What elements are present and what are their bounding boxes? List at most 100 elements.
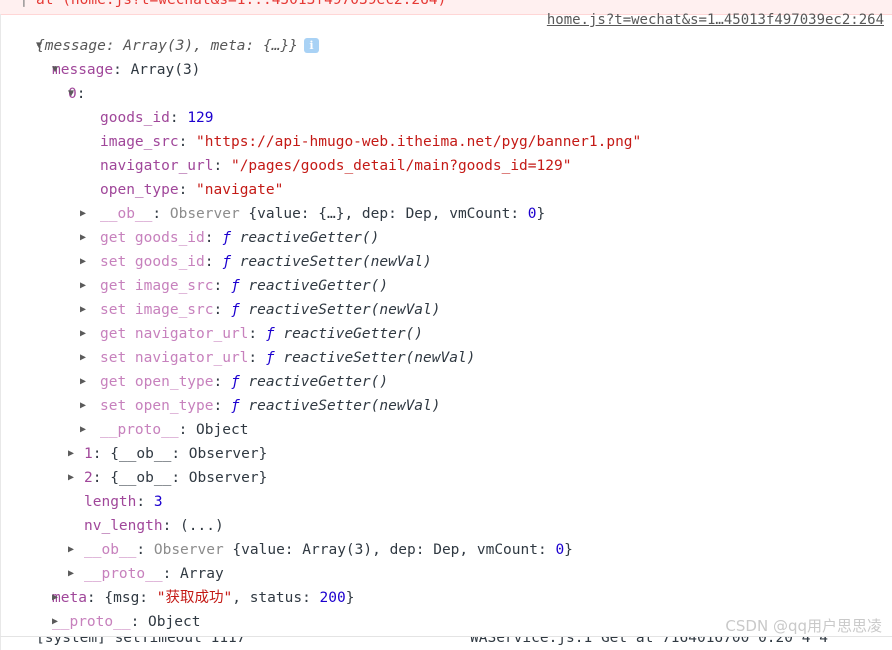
token: : (248, 350, 266, 366)
console-tree-row[interactable]: __proto__: Array (0, 562, 892, 586)
console-tree-row[interactable]: get image_src: ƒ reactiveGetter() (0, 274, 892, 298)
console-tree-row[interactable]: set image_src: ƒ reactiveSetter(newVal) (0, 298, 892, 322)
disclosure-triangle-collapsed-icon[interactable] (68, 466, 80, 490)
token: Observer (153, 542, 224, 558)
token: "https://api-hmugo-web.itheima.net/pyg/b… (196, 134, 642, 150)
token: message (44, 38, 106, 54)
token: reactiveSetter(newVal) (274, 350, 476, 366)
console-tree-row[interactable]: nv_length: (...) (0, 514, 892, 538)
disclosure-triangle-collapsed-icon[interactable] (80, 418, 92, 442)
console-tree-row[interactable]: __proto__: Object (0, 418, 892, 442)
object-inspector-tree: {message: Array(3), meta: {…}}imessage: … (0, 34, 892, 634)
token: Object (196, 422, 249, 438)
token: Observer (169, 206, 240, 222)
token: : (204, 230, 223, 246)
console-tree-row[interactable]: get goods_id: ƒ reactiveGetter() (0, 226, 892, 250)
token: ƒ (230, 278, 240, 294)
disclosure-triangle-collapsed-icon[interactable] (80, 250, 92, 274)
token: : {…}} (245, 38, 298, 54)
disclosure-triangle-collapsed-icon[interactable] (52, 586, 64, 610)
console-tree-row[interactable]: set goods_id: ƒ reactiveSetter(newVal) (0, 250, 892, 274)
token: , status: (232, 590, 320, 606)
token: 1 (84, 446, 93, 462)
console-tree-row[interactable]: get navigator_url: ƒ reactiveGetter() (0, 322, 892, 346)
token: get open_type (100, 374, 214, 390)
token: set navigator_url (100, 350, 249, 366)
disclosure-triangle-collapsed-icon[interactable] (80, 394, 92, 418)
error-row-text: at (home.js?t=wechat&s=1...45013f497039e… (36, 0, 447, 8)
console-tree-row[interactable]: __ob__: Observer {value: {…}, dep: Dep, … (0, 202, 892, 226)
console-tree-row[interactable]: open_type: "navigate" (0, 178, 892, 202)
token: set goods_id (100, 254, 205, 270)
token: reactiveSetter(newVal) (239, 302, 441, 318)
disclosure-triangle-collapsed-icon[interactable] (68, 538, 80, 562)
token: : (136, 494, 154, 510)
disclosure-triangle-collapsed-icon[interactable] (80, 298, 92, 322)
token: __ob__ (118, 446, 172, 462)
disclosure-triangle-collapsed-icon[interactable] (52, 610, 64, 634)
token: Object (148, 614, 201, 630)
console-tree-row[interactable]: 1: {__ob__: Observer} (0, 442, 892, 466)
token: set open_type (100, 398, 214, 414)
token: : (178, 134, 197, 150)
csdn-watermark: CSDN @qq用户思思凌 (725, 617, 882, 635)
token: : (169, 110, 188, 126)
console-tree-row[interactable]: length: 3 (0, 490, 892, 514)
console-tree-row[interactable]: set navigator_url: ƒ reactiveSetter(newV… (0, 346, 892, 370)
token: : (213, 302, 231, 318)
token: reactiveGetter() (239, 278, 389, 294)
token: } (564, 542, 573, 558)
token: : (162, 566, 181, 582)
token: navigator_url (100, 158, 214, 174)
console-tree-row[interactable]: set open_type: ƒ reactiveSetter(newVal) (0, 394, 892, 418)
disclosure-triangle-collapsed-icon[interactable] (80, 322, 92, 346)
token: ƒ (265, 350, 275, 366)
console-tree-row[interactable]: 0: (0, 82, 892, 106)
token: : Observer} (171, 470, 268, 486)
disclosure-triangle-collapsed-icon[interactable] (80, 202, 92, 226)
token: } (345, 590, 355, 606)
token: ƒ (265, 326, 275, 342)
token: 129 (187, 110, 214, 126)
console-tree-row[interactable]: __ob__: Observer {value: Array(3), dep: … (0, 538, 892, 562)
console-tree-row[interactable]: {message: Array(3), meta: {…}}i (0, 34, 892, 58)
console-tree-row[interactable]: meta: {msg: "获取成功", status: 200} (0, 586, 892, 610)
token: reactiveGetter() (239, 374, 389, 390)
token: "获取成功" (156, 590, 233, 606)
token: ƒ (230, 374, 240, 390)
disclosure-triangle-collapsed-icon[interactable] (68, 562, 80, 586)
token: __ob__ (118, 470, 172, 486)
token: ƒ (222, 230, 231, 246)
disclosure-triangle-collapsed-icon[interactable] (80, 274, 92, 298)
token: : (248, 326, 266, 342)
disclosure-triangle-expanded-icon[interactable] (52, 58, 64, 82)
disclosure-triangle-expanded-icon[interactable] (36, 34, 48, 58)
token: : { (92, 446, 119, 462)
token: : { (92, 470, 119, 486)
token: meta (210, 38, 246, 54)
token: : Observer} (171, 446, 268, 462)
console-tree-row[interactable]: message: Array(3) (0, 58, 892, 82)
token: get navigator_url (100, 326, 249, 342)
console-tree-row[interactable]: goods_id: 129 (0, 106, 892, 130)
info-badge-icon[interactable]: i (303, 38, 319, 53)
token: : Array(3), (105, 38, 211, 54)
token: set image_src (100, 302, 214, 318)
token: {value: {…}, dep: Dep, vmCount: (239, 206, 528, 222)
disclosure-triangle-collapsed-icon[interactable] (80, 346, 92, 370)
token: nv_length (84, 518, 163, 534)
console-tree-row[interactable]: navigator_url: "/pages/goods_detail/main… (0, 154, 892, 178)
token: __ob__ (84, 542, 137, 558)
disclosure-triangle-collapsed-icon[interactable] (80, 370, 92, 394)
disclosure-triangle-collapsed-icon[interactable] (80, 226, 92, 250)
console-tree-row[interactable]: 2: {__ob__: Observer} (0, 466, 892, 490)
truncated-bottom-row-left-text: [system] setTimeout 1117 (36, 637, 246, 646)
disclosure-triangle-collapsed-icon[interactable] (68, 442, 80, 466)
disclosure-triangle-expanded-icon[interactable] (68, 82, 80, 106)
token: : (162, 518, 181, 534)
token: : (130, 614, 149, 630)
console-tree-row[interactable]: image_src: "https://api-hmugo-web.itheim… (0, 130, 892, 154)
console-tree-row[interactable]: get open_type: ƒ reactiveGetter() (0, 370, 892, 394)
source-file-link[interactable]: home.js?t=wechat&s=1…45013f497039ec2:264 (547, 10, 884, 30)
token: ƒ (230, 302, 240, 318)
